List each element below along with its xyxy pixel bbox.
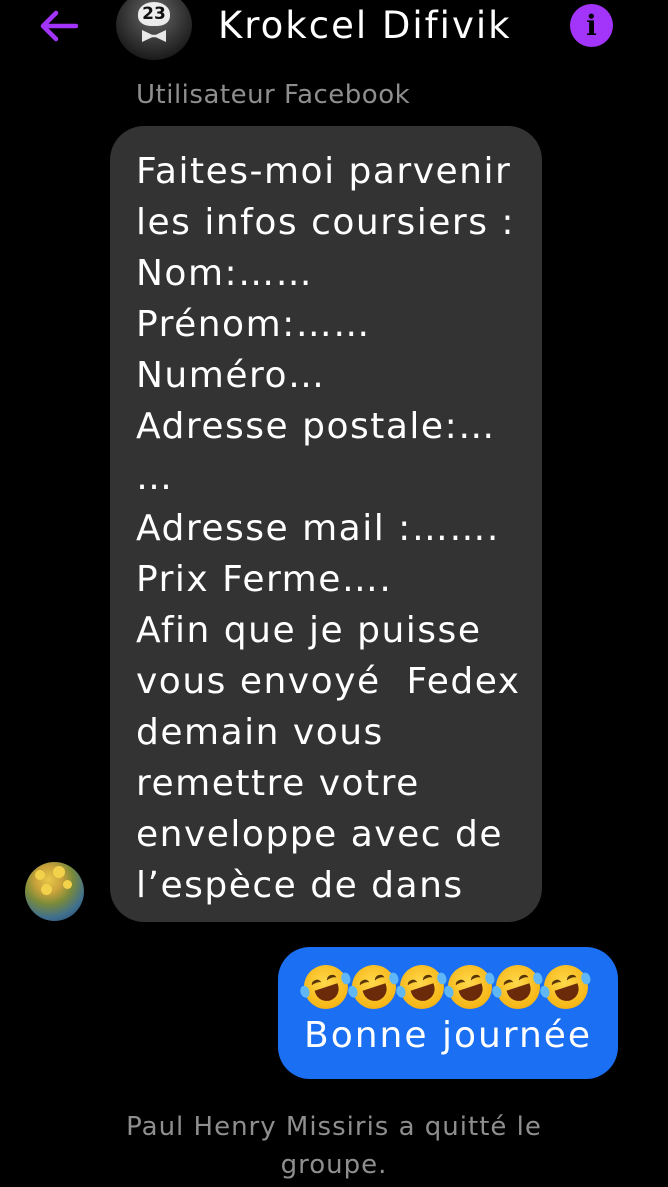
laughing-emoji-icon <box>538 959 594 1015</box>
back-button[interactable] <box>36 6 80 46</box>
message-line: l’espèce de dans <box>136 865 464 906</box>
system-notice: Paul Henry Missiris a quitté le groupe. <box>0 1108 668 1184</box>
message-line: remettre votre <box>136 763 420 804</box>
message-line: Adresse mail :……. <box>136 508 500 549</box>
bow-tie-icon <box>142 30 166 42</box>
conversation-header: 23 Krokcel Difivik i <box>0 0 668 60</box>
laughing-emoji-icon <box>394 959 450 1015</box>
avatar-flower-dot <box>41 884 52 895</box>
emoji-row <box>298 959 618 1015</box>
message-line: Prix Ferme…. <box>136 559 393 600</box>
message-line: vous envoyé Fedex <box>136 661 521 702</box>
contact-avatar[interactable]: 23 <box>116 0 192 60</box>
avatar-flower-dot <box>63 880 72 889</box>
message-line: Adresse postale:… <box>136 406 496 447</box>
outgoing-message-bubble[interactable]: Bonne journée <box>278 947 618 1079</box>
message-line: les infos coursiers : <box>136 202 516 243</box>
arrow-left-icon <box>40 10 78 42</box>
info-button[interactable]: i <box>570 4 613 47</box>
avatar-flower-dot <box>35 870 45 880</box>
message-line: Prénom:…… <box>136 304 371 345</box>
system-notice-line: groupe. <box>280 1150 388 1180</box>
laughing-emoji-icon <box>346 959 402 1015</box>
message-line: Afin que je puisse <box>136 610 482 651</box>
incoming-message-bubble[interactable]: Faites-moi parvenir les infos coursiers … <box>110 126 542 922</box>
message-line: demain vous <box>136 712 384 753</box>
message-line: Numéro… <box>136 355 326 396</box>
laughing-emoji-icon <box>490 959 546 1015</box>
sender-label: Utilisateur Facebook <box>136 80 411 110</box>
message-line: Nom:…… <box>136 253 314 294</box>
message-line: enveloppe avec de <box>136 814 503 855</box>
avatar-badge: 23 <box>138 2 170 26</box>
message-line: … <box>136 457 174 498</box>
outgoing-message-text: Bonne journée <box>304 1015 593 1056</box>
message-line: Faites-moi parvenir <box>136 151 512 192</box>
sender-avatar[interactable] <box>25 862 84 921</box>
contact-name[interactable]: Krokcel Difivik <box>218 4 512 47</box>
info-icon: i <box>586 8 597 42</box>
system-notice-line: Paul Henry Missiris a quitté le <box>126 1112 542 1142</box>
laughing-emoji-icon <box>442 959 498 1015</box>
avatar-flower-dot <box>53 866 65 878</box>
laughing-emoji-icon <box>298 959 354 1015</box>
